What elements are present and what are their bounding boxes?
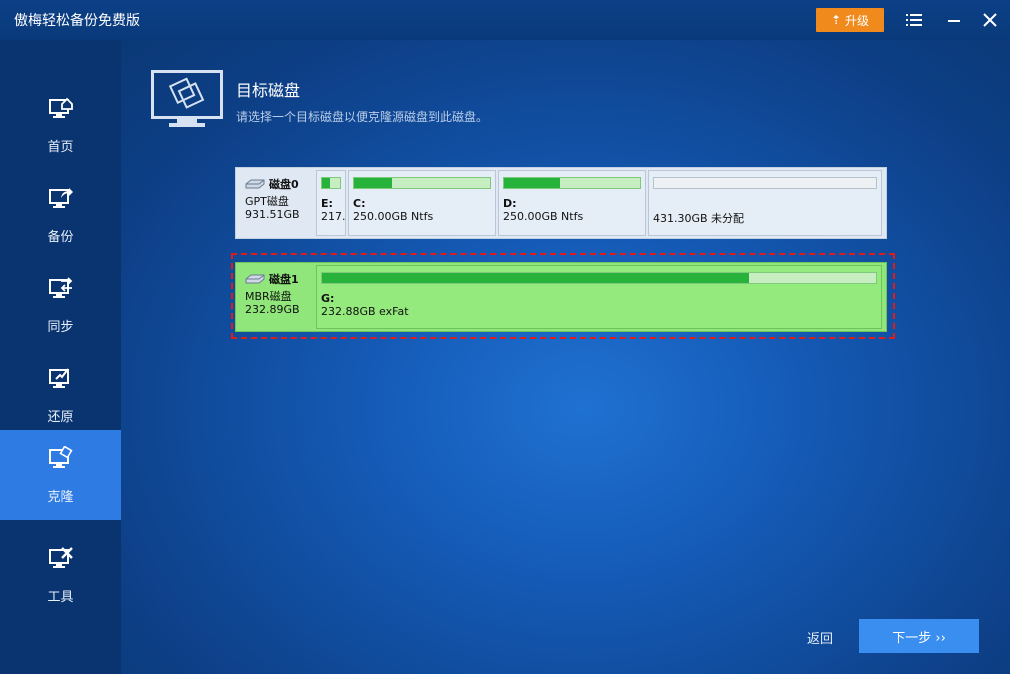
- usage-bar: [353, 177, 491, 189]
- partition-size: 250.00GB Ntfs: [353, 210, 434, 223]
- sidebar-item-backup[interactable]: 备份: [0, 170, 121, 260]
- sidebar-item-tools[interactable]: 工具: [0, 530, 121, 620]
- partition-letter: D:: [503, 197, 517, 210]
- app-title: 傲梅轻松备份免费版: [14, 13, 140, 29]
- page-subtitle: 请选择一个目标磁盘以便克隆源磁盘到此磁盘。: [236, 110, 489, 124]
- usage-bar: [321, 177, 341, 189]
- partition-d[interactable]: D: 250.00GB Ntfs: [498, 170, 646, 236]
- partition-c[interactable]: C: 250.00GB Ntfs: [348, 170, 496, 236]
- disk-info: 磁盘0 GPT磁盘 931.51GB: [236, 168, 314, 238]
- back-button[interactable]: 返回: [807, 628, 833, 647]
- app-window: 傲梅轻松备份免费版 ⇡ 升级 首页 备份 同步 还原 克隆 工具 目标磁盘 请选…: [0, 0, 1010, 674]
- sidebar-item-restore[interactable]: 还原: [0, 350, 121, 440]
- disk-type: MBR磁盘: [245, 290, 292, 303]
- upgrade-arrow-icon: ⇡: [830, 13, 842, 27]
- menu-icon[interactable]: [904, 10, 924, 30]
- usage-fill: [354, 178, 393, 188]
- sidebar-item-label: 工具: [47, 590, 74, 605]
- sidebar-item-home[interactable]: 首页: [0, 80, 121, 170]
- usage-bar: [321, 272, 877, 284]
- restore-monitor-icon: [49, 368, 69, 388]
- sidebar-item-clone[interactable]: 克隆: [0, 430, 121, 520]
- sidebar-item-label: 首页: [47, 140, 74, 155]
- disk-icon: [245, 179, 265, 189]
- disk-name: 磁盘0: [245, 176, 314, 192]
- sidebar-item-label: 克隆: [47, 490, 74, 505]
- sidebar-item-label: 同步: [47, 320, 74, 335]
- usage-fill: [322, 178, 331, 188]
- upgrade-label: 升级: [845, 13, 870, 28]
- usage-fill: [322, 273, 749, 283]
- disk-size: 232.89GB: [245, 303, 300, 316]
- home-monitor-icon: [49, 97, 73, 118]
- partition-g[interactable]: G: 232.88GB exFat: [316, 265, 882, 329]
- disk-size: 931.51GB: [245, 208, 300, 221]
- usage-bar: [653, 177, 877, 189]
- disk-row-0[interactable]: 磁盘0 GPT磁盘 931.51GB E: 217. C: 250.00GB N…: [235, 167, 887, 239]
- main-panel: 目标磁盘 请选择一个目标磁盘以便克隆源磁盘到此磁盘。 磁盘0 GPT磁盘 931…: [121, 40, 1010, 674]
- page-title: 目标磁盘: [236, 81, 301, 100]
- backup-monitor-icon: [49, 188, 73, 208]
- minimize-icon[interactable]: [944, 10, 964, 30]
- sidebar-item-label: 还原: [47, 410, 74, 425]
- partition-size: 232.88GB exFat: [321, 305, 409, 318]
- title-bar: 傲梅轻松备份免费版 ⇡ 升级: [0, 0, 1010, 40]
- disk-info: 磁盘1 MBR磁盘 232.89GB: [236, 263, 314, 331]
- disk-name: 磁盘1: [245, 271, 314, 287]
- disk-type: GPT磁盘: [245, 195, 289, 208]
- partition-size: 217.: [321, 210, 345, 223]
- sync-monitor-icon: [49, 277, 73, 298]
- partition-letter: C:: [353, 197, 366, 210]
- partition-letter: G:: [321, 292, 335, 305]
- next-button[interactable]: 下一步 ››: [859, 619, 979, 653]
- partition-letter: E:: [321, 197, 333, 210]
- sidebar-item-sync[interactable]: 同步: [0, 260, 121, 350]
- usage-fill: [504, 178, 560, 188]
- partition-e[interactable]: E: 217.: [316, 170, 346, 236]
- close-icon[interactable]: [980, 10, 1000, 30]
- usage-bar: [503, 177, 641, 189]
- partition-size: 250.00GB Ntfs: [503, 210, 584, 223]
- disk-icon: [245, 274, 265, 284]
- sidebar: 首页 备份 同步 还原 克隆 工具: [0, 40, 121, 674]
- clone-monitor-icon: [49, 446, 73, 468]
- partition-size: 431.30GB 未分配: [653, 212, 745, 225]
- tools-monitor-icon: [49, 547, 73, 568]
- partition-unallocated[interactable]: 431.30GB 未分配: [648, 170, 882, 236]
- target-disk-monitor-icon: [151, 70, 223, 127]
- disk-row-1[interactable]: 磁盘1 MBR磁盘 232.89GB G: 232.88GB exFat: [235, 262, 887, 332]
- upgrade-button[interactable]: ⇡ 升级: [816, 8, 884, 32]
- sidebar-item-label: 备份: [47, 230, 74, 245]
